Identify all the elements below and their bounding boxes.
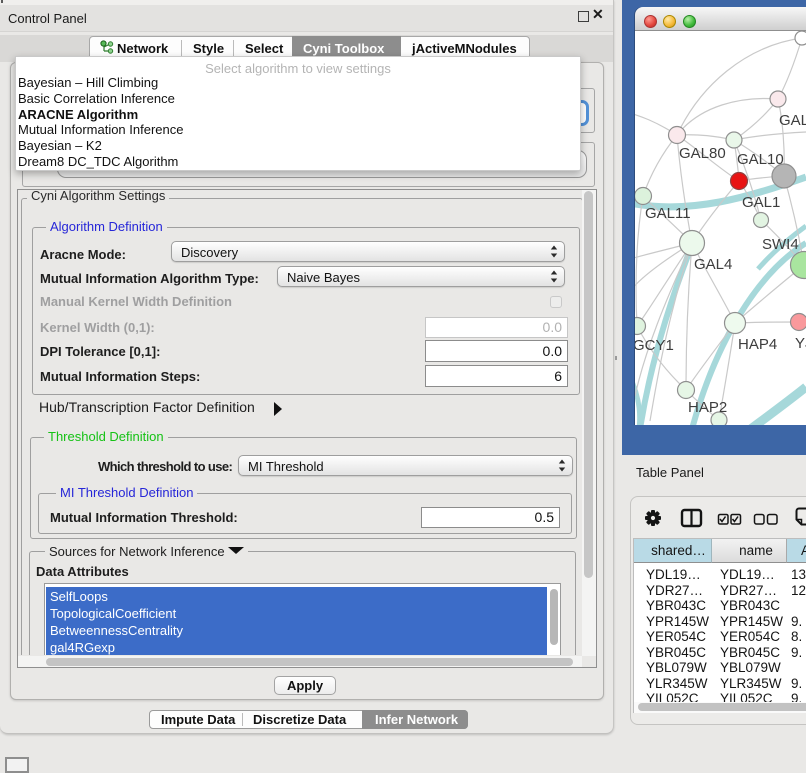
svg-text:GCY1: GCY1 [635, 337, 674, 354]
svg-text:SWI4: SWI4 [762, 236, 799, 253]
svg-text:GAL11: GAL11 [645, 205, 691, 222]
svg-text:GAL80: GAL80 [679, 145, 726, 162]
svg-text:HAP4: HAP4 [738, 336, 777, 353]
svg-text:GAL7: GAL7 [779, 112, 806, 129]
svg-text:GAL4: GAL4 [694, 256, 732, 273]
svg-text:HAP2: HAP2 [688, 399, 727, 416]
svg-text:GAL10: GAL10 [737, 151, 784, 168]
svg-text:GAL1: GAL1 [742, 194, 780, 211]
svg-text:YJ: YJ [795, 335, 806, 352]
